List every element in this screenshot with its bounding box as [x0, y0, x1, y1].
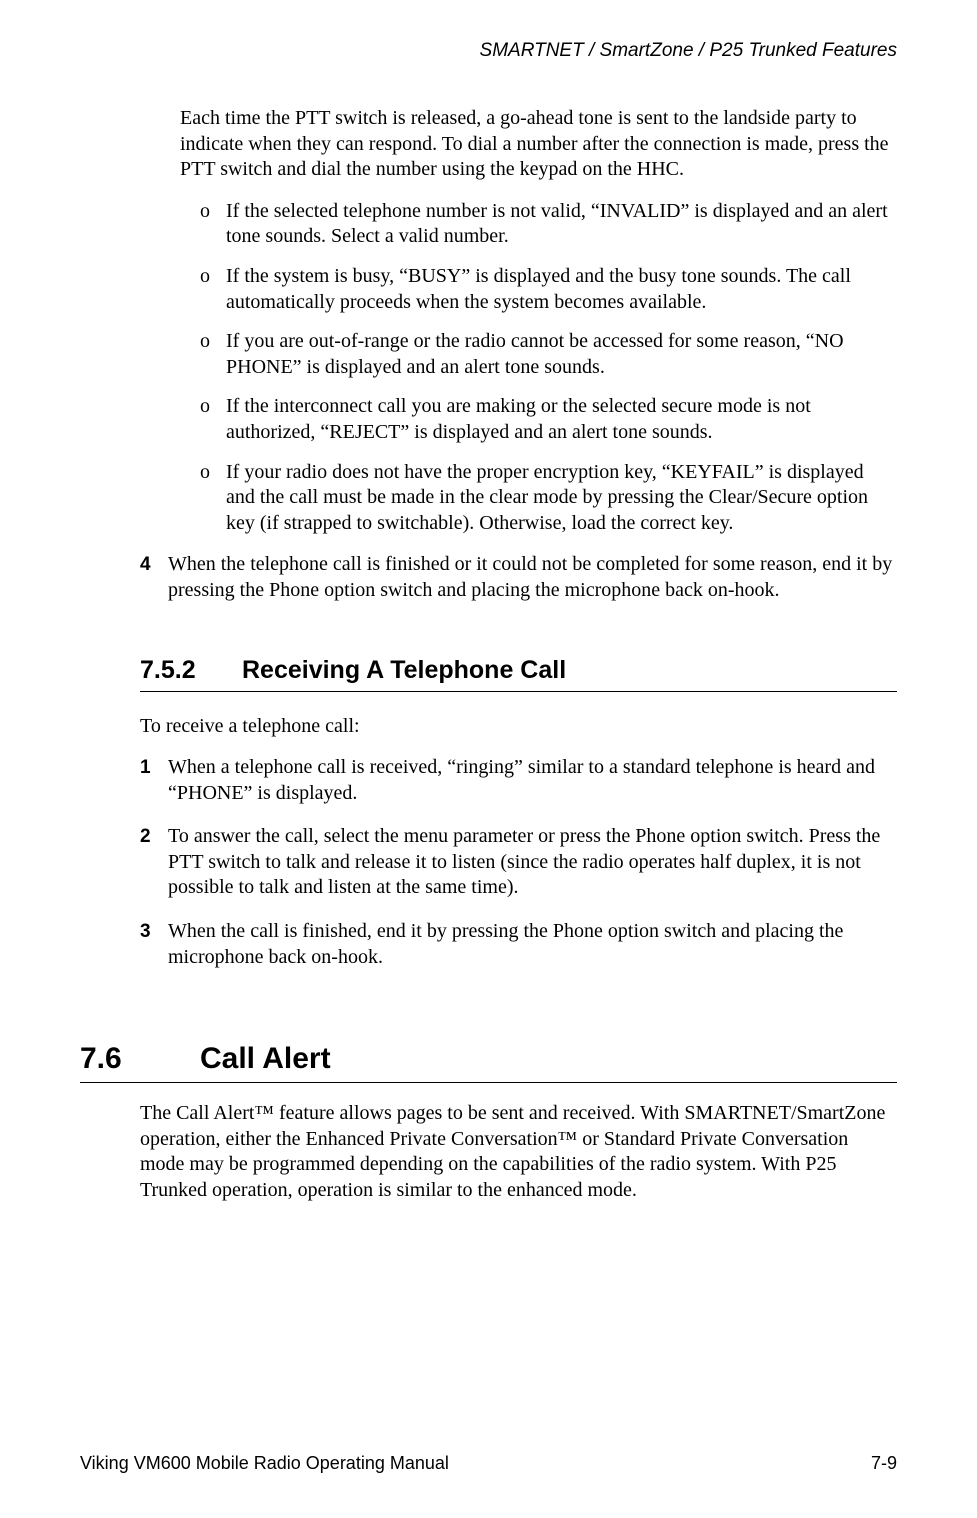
step-marker: 4 [140, 552, 168, 603]
list-marker: o [200, 329, 226, 380]
section-number: 7.5.2 [140, 656, 242, 685]
sub-item: o If the selected telephone number is no… [200, 199, 897, 250]
footer-page-number: 7-9 [871, 1453, 897, 1474]
step-marker: 3 [140, 919, 168, 970]
section-intro: To receive a telephone call: [140, 714, 897, 740]
section-title: Call Alert [200, 1042, 331, 1076]
intro-paragraph: Each time the PTT switch is released, a … [180, 106, 897, 183]
list-marker: o [200, 264, 226, 315]
page: SMARTNET / SmartZone / P25 Trunked Featu… [0, 0, 977, 1518]
step-3: 3 When the call is finished, end it by p… [140, 919, 897, 970]
section-number: 7.6 [80, 1042, 200, 1076]
step-text: When the call is finished, end it by pre… [168, 919, 897, 970]
section-rule [80, 1082, 897, 1083]
sub-item: o If the system is busy, “BUSY” is displ… [200, 264, 897, 315]
step-2: 2 To answer the call, select the menu pa… [140, 824, 897, 901]
section-body: The Call Alert™ feature allows pages to … [140, 1101, 897, 1203]
sub-item: o If your radio does not have the proper… [200, 460, 897, 537]
list-marker: o [200, 460, 226, 537]
step-text: When the telephone call is finished or i… [168, 552, 897, 603]
sub-list: o If the selected telephone number is no… [200, 199, 897, 537]
section-heading-752: 7.5.2 Receiving A Telephone Call [140, 656, 897, 685]
section-rule [140, 691, 897, 692]
sub-item-text: If the selected telephone number is not … [226, 199, 897, 250]
step-marker: 1 [140, 755, 168, 806]
footer-left: Viking VM600 Mobile Radio Operating Manu… [80, 1453, 449, 1474]
step-text: When a telephone call is received, “ring… [168, 755, 897, 806]
running-header: SMARTNET / SmartZone / P25 Trunked Featu… [80, 40, 897, 62]
section-heading-76: 7.6 Call Alert [80, 1042, 897, 1076]
list-marker: o [200, 394, 226, 445]
sub-item-text: If the interconnect call you are making … [226, 394, 897, 445]
list-marker: o [200, 199, 226, 250]
sub-item: o If you are out-of-range or the radio c… [200, 329, 897, 380]
step-marker: 2 [140, 824, 168, 901]
step-1: 1 When a telephone call is received, “ri… [140, 755, 897, 806]
sub-item: o If the interconnect call you are makin… [200, 394, 897, 445]
step-text: To answer the call, select the menu para… [168, 824, 897, 901]
sub-item-text: If you are out-of-range or the radio can… [226, 329, 897, 380]
section-title: Receiving A Telephone Call [242, 656, 566, 685]
sub-item-text: If the system is busy, “BUSY” is display… [226, 264, 897, 315]
sub-item-text: If your radio does not have the proper e… [226, 460, 897, 537]
step-4: 4 When the telephone call is finished or… [140, 552, 897, 603]
page-footer: Viking VM600 Mobile Radio Operating Manu… [80, 1453, 897, 1474]
